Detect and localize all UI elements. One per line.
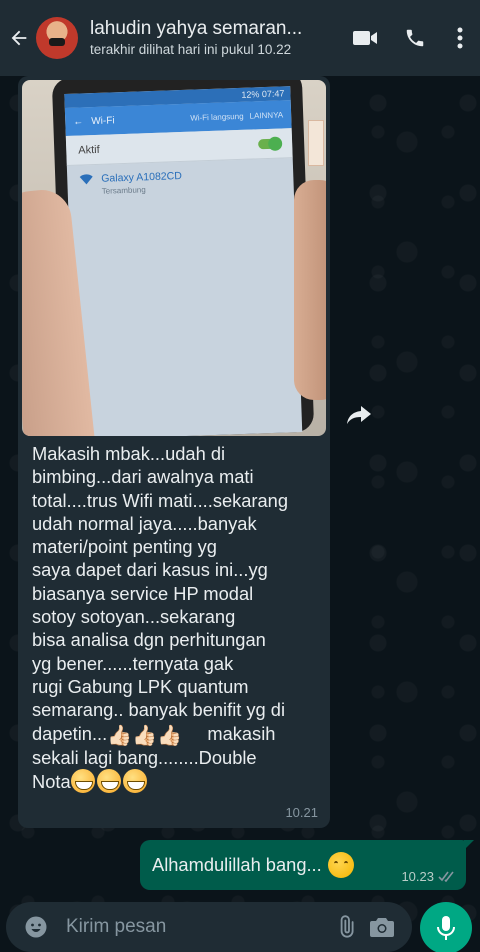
last-seen-status: terakhir dilihat hari ini pukul 10.22 xyxy=(90,42,292,57)
incoming-message-time: 10.21 xyxy=(285,805,318,820)
contact-info[interactable]: lahudin yahya semaran... terakhir diliha… xyxy=(90,17,340,59)
attach-icon xyxy=(340,915,354,938)
incoming-message-text: Makasih mbak...udah di bimbing...dari aw… xyxy=(22,436,326,793)
outgoing-message-time: 10.23 xyxy=(401,869,434,884)
wifi-network-name: Galaxy A1082CD xyxy=(101,169,182,185)
wifi-network-state: Tersambung xyxy=(101,185,146,196)
wifi-title: Wi-Fi xyxy=(91,114,115,127)
voice-message-button[interactable] xyxy=(420,902,472,952)
forward-icon xyxy=(347,406,371,424)
phone-call-icon xyxy=(406,29,424,47)
wifi-direct-option: Wi-Fi langsung xyxy=(190,111,244,123)
message-input[interactable] xyxy=(66,916,328,938)
avatar[interactable] xyxy=(36,17,78,59)
phone-back-icon: ← xyxy=(73,115,84,128)
camera-button[interactable] xyxy=(364,909,400,945)
emoji-button[interactable] xyxy=(18,909,54,945)
message-photo[interactable]: 12% 07:47 ← Wi-Fi Wi-Fi langsung LAINNYA… xyxy=(22,80,326,436)
video-call-icon xyxy=(353,31,377,45)
emoji-icon xyxy=(25,916,47,938)
message-line-thumbs: dapetin...👍🏻👍🏻👍🏻 makasih xyxy=(32,722,276,747)
message-line-nota: Nota xyxy=(32,768,149,793)
grin-emoji xyxy=(96,768,121,793)
wifi-more-option: LAINNYA xyxy=(249,109,284,121)
forward-button[interactable] xyxy=(342,398,376,432)
more-options-button[interactable] xyxy=(440,0,480,76)
back-arrow-icon xyxy=(11,30,27,46)
outgoing-message-text: Alhamdulillah bang... xyxy=(152,854,322,875)
hugging-emoji xyxy=(327,852,354,878)
sticker-label xyxy=(308,120,324,166)
incoming-message[interactable]: 12% 07:47 ← Wi-Fi Wi-Fi langsung LAINNYA… xyxy=(18,76,330,828)
wifi-active-label: Aktif xyxy=(78,143,100,157)
grin-emoji xyxy=(122,768,147,793)
grin-emoji xyxy=(70,768,95,793)
message-line-last: sekali lagi bang........Double xyxy=(32,746,257,768)
phone-status-time: 12% 07:47 xyxy=(241,88,285,100)
outgoing-message[interactable]: Alhamdulillah bang... 10.23 xyxy=(140,840,474,890)
phone-call-button[interactable] xyxy=(390,0,440,76)
wifi-toggle xyxy=(257,138,281,149)
thumbs-up-emoji: 👍🏻 xyxy=(157,724,182,747)
thumbs-up-emoji: 👍🏻 xyxy=(107,724,133,747)
chat-header: lahudin yahya semaran... terakhir diliha… xyxy=(0,0,480,76)
wifi-network-row: Galaxy A1082CD Tersambung xyxy=(67,158,294,205)
attach-button[interactable] xyxy=(328,909,364,945)
chat-area[interactable]: 12% 07:47 ← Wi-Fi Wi-Fi langsung LAINNYA… xyxy=(0,76,480,952)
wifi-signal-icon xyxy=(79,174,93,185)
camera-icon xyxy=(370,918,394,937)
outgoing-message-meta: 10.23 xyxy=(401,869,456,884)
back-button[interactable] xyxy=(2,0,36,76)
phone-in-photo: 12% 07:47 ← Wi-Fi Wi-Fi langsung LAINNYA… xyxy=(51,80,315,436)
video-call-button[interactable] xyxy=(340,0,390,76)
message-composer xyxy=(6,902,412,952)
contact-name: lahudin yahya semaran... xyxy=(90,18,303,39)
thumbs-up-emoji: 👍🏻 xyxy=(132,724,158,747)
double-check-icon xyxy=(438,871,454,882)
more-vert-icon xyxy=(457,27,463,49)
phone-screen: 12% 07:47 ← Wi-Fi Wi-Fi langsung LAINNYA… xyxy=(64,86,303,436)
hand-right xyxy=(294,180,326,400)
mic-icon xyxy=(437,916,455,940)
message-body: Makasih mbak...udah di bimbing...dari aw… xyxy=(32,443,289,721)
